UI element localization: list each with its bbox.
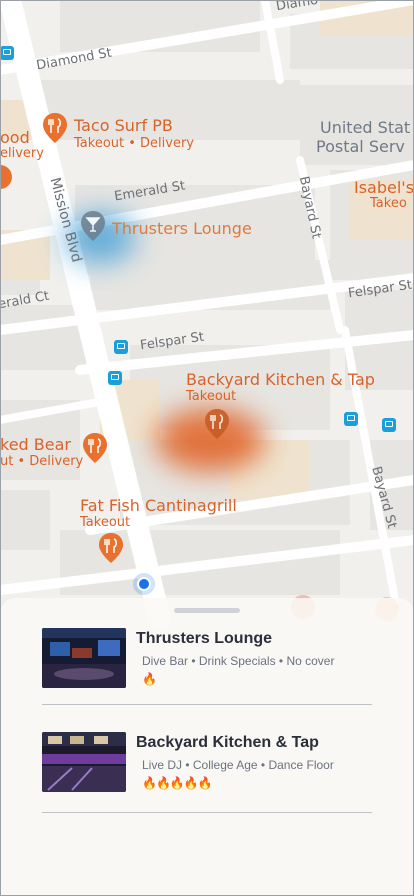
place-label-isabels[interactable]: Isabel's bbox=[354, 178, 414, 197]
place-sub-fat-fish: Takeout bbox=[80, 515, 131, 530]
fire-rating-icon: 🔥🔥🔥🔥🔥 bbox=[142, 776, 213, 790]
place-sub-backyard: Takeout bbox=[186, 389, 237, 404]
fire-rating-icon: 🔥 bbox=[142, 672, 157, 686]
venue-photo-backyard bbox=[42, 732, 126, 792]
fork-knife-icon[interactable] bbox=[204, 408, 230, 440]
venue-bottom-sheet[interactable]: Thrusters Lounge Dive Bar • Drink Specia… bbox=[0, 598, 414, 896]
venue-name: Backyard Kitchen & Tap bbox=[136, 734, 319, 751]
fork-knife-icon[interactable] bbox=[98, 532, 124, 564]
place-label-left-food[interactable]: ood bbox=[0, 128, 30, 147]
place-label-usps-line2[interactable]: Postal Serv bbox=[316, 137, 405, 156]
bus-stop-icon[interactable] bbox=[382, 418, 396, 432]
sheet-drag-handle[interactable] bbox=[174, 608, 240, 613]
place-label-thrusters[interactable]: Thrusters Lounge bbox=[112, 219, 252, 238]
place-sub-left-food: elivery bbox=[0, 146, 44, 161]
bus-stop-icon[interactable] bbox=[114, 340, 128, 354]
place-label-naked-bear[interactable]: ked Bear bbox=[0, 435, 71, 454]
venue-card-thrusters[interactable]: Thrusters Lounge Dive Bar • Drink Specia… bbox=[42, 628, 372, 698]
place-label-fat-fish[interactable]: Fat Fish Cantinagrill bbox=[80, 496, 237, 515]
venue-card-backyard[interactable]: Backyard Kitchen & Tap Live DJ • College… bbox=[42, 732, 372, 802]
venue-photo-thrusters bbox=[42, 628, 126, 688]
fork-knife-icon[interactable] bbox=[42, 112, 68, 144]
current-location-icon[interactable] bbox=[132, 572, 156, 596]
fork-knife-icon[interactable] bbox=[0, 165, 12, 191]
venue-tags: Live DJ • College Age • Dance Floor bbox=[142, 758, 334, 772]
venue-name: Thrusters Lounge bbox=[136, 630, 273, 647]
bus-stop-icon[interactable] bbox=[344, 412, 358, 426]
venue-tags: Dive Bar • Drink Specials • No cover bbox=[142, 654, 335, 668]
divider bbox=[42, 704, 372, 705]
fork-knife-icon[interactable] bbox=[82, 432, 108, 464]
place-sub-naked-bear: ut • Delivery bbox=[0, 454, 84, 469]
place-label-backyard[interactable]: Backyard Kitchen & Tap bbox=[186, 370, 375, 389]
divider bbox=[42, 812, 372, 813]
place-label-usps-line1[interactable]: United Stat bbox=[320, 118, 410, 137]
place-label-taco-surf[interactable]: Taco Surf PB bbox=[74, 116, 173, 135]
cocktail-icon[interactable] bbox=[80, 210, 106, 242]
place-sub-taco-surf: Takeout • Delivery bbox=[74, 136, 195, 151]
bus-stop-icon[interactable] bbox=[108, 371, 122, 385]
bus-stop-icon[interactable] bbox=[0, 46, 14, 60]
place-sub-isabels: Takeo bbox=[370, 196, 407, 211]
